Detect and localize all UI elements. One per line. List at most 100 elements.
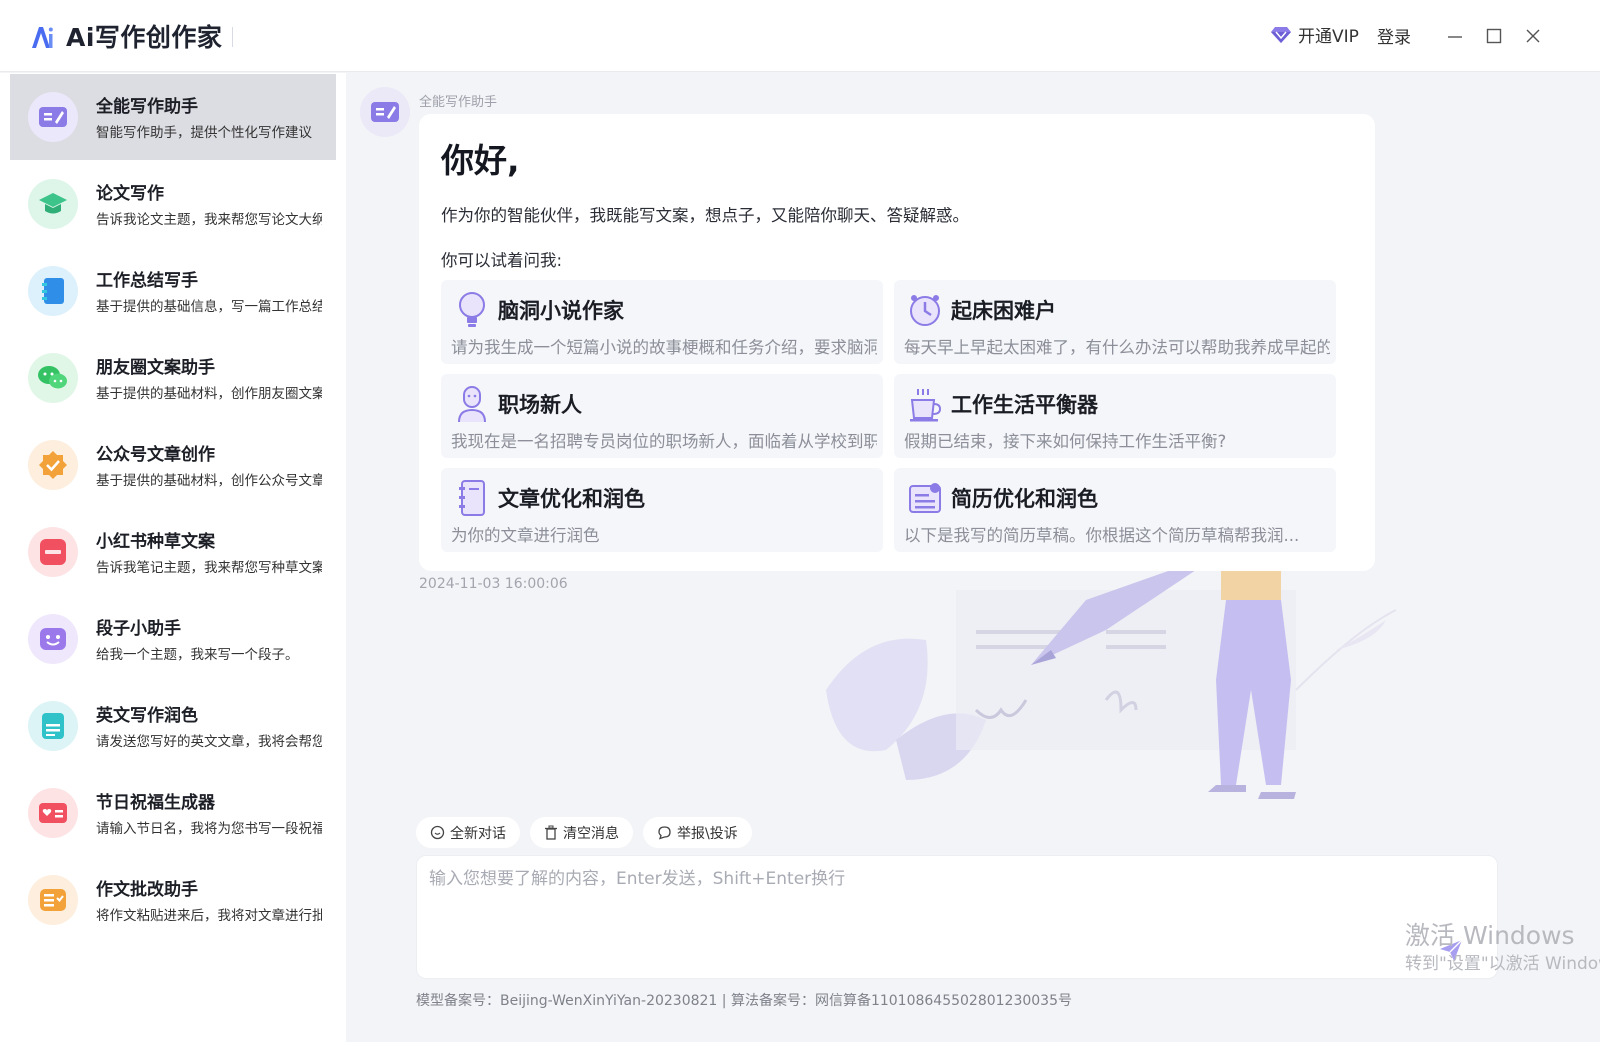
sidebar-item-title: 小红书种草文案 <box>96 532 215 552</box>
vip-button[interactable]: 开通VIP <box>1270 22 1359 47</box>
suggestion-title: 简历优化和润色 <box>951 487 1098 511</box>
title-divider <box>232 27 233 47</box>
sidebar-item-title: 作文批改助手 <box>96 880 198 900</box>
app-title: Ai写作创作家 <box>66 23 223 52</box>
try-asking-label: 你可以试着问我: <box>441 251 563 270</box>
new-chat-button[interactable]: 全新对话 <box>416 817 520 848</box>
sidebar-item-desc: 告诉我笔记主题，我来帮您写种草文案 <box>96 560 322 576</box>
notebook-icon <box>459 480 485 516</box>
message-input[interactable] <box>429 864 1479 964</box>
message-input-box <box>416 855 1498 979</box>
writing-illustration <box>826 570 1397 799</box>
suggestion-desc: 以下是我写的简历草稿。你根据这个简历草稿帮我润... <box>904 526 1300 545</box>
checklist-icon <box>28 875 78 925</box>
title-bar: Ai写作创作家 开通VIP 登录 <box>0 0 1600 72</box>
windows-activation-watermark: 激活 Windows <box>1405 921 1575 950</box>
edit-card-icon <box>28 92 78 142</box>
sidebar-item-desc: 基于提供的基础材料，创作朋友圈文案 <box>96 386 322 402</box>
english-doc-icon <box>28 701 78 751</box>
report-label: 举报\投诉 <box>677 825 738 842</box>
smile-face-icon <box>28 614 78 664</box>
close-icon[interactable] <box>1521 24 1545 48</box>
suggestion-article-polish[interactable]: 文章优化和润色 为你的文章进行润色 <box>441 468 883 552</box>
clear-messages-button[interactable]: 清空消息 <box>530 817 633 848</box>
greeting-heading: 你好, <box>441 141 520 180</box>
suggestion-title: 文章优化和润色 <box>498 487 645 511</box>
sidebar-item-desc: 给我一个主题，我来写一个段子。 <box>96 647 299 663</box>
comment-icon <box>658 826 671 840</box>
sidebar-item-title: 全能写作助手 <box>96 97 198 117</box>
filing-info-footer: 模型备案号：Beijing-WenXinYiYan-20230821 | 算法备… <box>416 993 1072 1009</box>
edit-card-icon <box>371 102 399 122</box>
report-button[interactable]: 举报\投诉 <box>643 817 752 848</box>
sidebar-item-title: 节日祝福生成器 <box>96 793 215 813</box>
sidebar-item-desc: 基于提供的基础材料，创作公众号文章 <box>96 473 322 489</box>
sidebar-item-title: 公众号文章创作 <box>96 445 215 465</box>
sidebar-item-title: 英文写作润色 <box>96 706 198 726</box>
sidebar-item-desc: 告诉我论文主题，我来帮您写论文大纲 <box>96 212 322 228</box>
suggestion-work-life-balance[interactable]: 工作生活平衡器 假期已结束，接下来如何保持工作生活平衡? <box>894 374 1336 458</box>
suggestion-desc: 每天早上早起太困难了，有什么办法可以帮助我养成早起的习惯 <box>904 338 1330 357</box>
sidebar-item-desc: 基于提供的基础信息，写一篇工作总结 <box>96 299 322 315</box>
sidebar-item-official-account[interactable]: 公众号文章创作 基于提供的基础材料，创作公众号文章 <box>10 422 336 508</box>
suggestion-title: 职场新人 <box>498 393 582 417</box>
greeting-card-icon <box>28 788 78 838</box>
notebook-icon <box>28 266 78 316</box>
suggestion-workplace-newcomer[interactable]: 职场新人 我现在是一名招聘专员岗位的职场新人，面临着从学校到职场的转变 <box>441 374 883 458</box>
chat-actions: 全新对话 清空消息 举报\投诉 <box>416 817 752 848</box>
sidebar-item-desc: 智能写作助手，提供个性化写作建议 <box>96 125 312 141</box>
suggestion-early-riser[interactable]: 起床困难户 每天早上早起太困难了，有什么办法可以帮助我养成早起的习惯 <box>894 280 1336 364</box>
chat-area: 全能写作助手 你好, 作为你的智能伙伴，我既能写文案，想点子，又能陪你聊天、答疑… <box>346 73 1600 1042</box>
suggestion-title: 工作生活平衡器 <box>951 393 1098 417</box>
sidebar-item-holiday-greetings[interactable]: 节日祝福生成器 请输入节日名，我将为您书写一段祝福 <box>10 770 336 856</box>
welcome-message-card: 你好, 作为你的智能伙伴，我既能写文案，想点子，又能陪你聊天、答疑解惑。 你可以… <box>419 114 1375 571</box>
sidebar-item-english-polish[interactable]: 英文写作润色 请发送您写好的英文文章，我将会帮您润色 <box>10 683 336 769</box>
trash-icon <box>545 825 557 840</box>
suggestion-title: 起床困难户 <box>951 299 1056 323</box>
sidebar-item-essay-grading[interactable]: 作文批改助手 将作文粘贴进来后，我将对文章进行批改 <box>10 857 336 943</box>
alarm-clock-icon <box>910 295 940 326</box>
person-icon <box>458 386 486 423</box>
maximize-icon[interactable] <box>1482 24 1506 48</box>
bot-avatar <box>360 87 410 137</box>
intro-text: 作为你的智能伙伴，我既能写文案，想点子，又能陪你聊天、答疑解惑。 <box>441 206 969 225</box>
resume-icon <box>909 483 941 513</box>
sidebar-item-work-summary[interactable]: 工作总结写手 基于提供的基础信息，写一篇工作总结 <box>10 248 336 334</box>
suggestion-brainstorm-novelist[interactable]: 脑洞小说作家 请为我生成一个短篇小说的故事梗概和任务介绍，要求脑洞大开 <box>441 280 883 364</box>
suggestion-desc: 为你的文章进行润色 <box>451 526 600 545</box>
suggestion-desc: 请为我生成一个短篇小说的故事梗概和任务介绍，要求脑洞大开 <box>451 338 877 357</box>
lightbulb-icon <box>459 292 485 327</box>
sidebar-item-desc: 请输入节日名，我将为您书写一段祝福 <box>96 821 322 837</box>
coffee-cup-icon <box>910 389 942 422</box>
chat-bubble-icon <box>430 825 445 840</box>
assistant-sidebar: 全能写作助手 智能写作助手，提供个性化写作建议 论文写作 告诉我论文主题，我来帮… <box>0 73 346 1042</box>
wechat-icon <box>28 353 78 403</box>
sidebar-item-title: 朋友圈文案助手 <box>96 358 215 378</box>
sidebar-item-desc: 请发送您写好的英文文章，我将会帮您润色 <box>96 734 322 750</box>
sidebar-item-desc: 将作文粘贴进来后，我将对文章进行批改 <box>96 908 322 924</box>
sidebar-item-thesis-writing[interactable]: 论文写作 告诉我论文主题，我来帮您写论文大纲 <box>10 161 336 247</box>
suggestion-desc: 我现在是一名招聘专员岗位的职场新人，面临着从学校到职场的转变 <box>451 432 877 451</box>
diamond-icon <box>1271 26 1291 43</box>
login-button[interactable]: 登录 <box>1377 23 1411 48</box>
sidebar-item-moments-copy[interactable]: 朋友圈文案助手 基于提供的基础材料，创作朋友圈文案 <box>10 335 336 421</box>
suggestion-desc: 假期已结束，接下来如何保持工作生活平衡? <box>904 432 1227 451</box>
suggestion-resume-polish[interactable]: 简历优化和润色 以下是我写的简历草稿。你根据这个简历草稿帮我润... <box>894 468 1336 552</box>
bot-name: 全能写作助手 <box>419 95 498 110</box>
vip-label: 开通VIP <box>1298 27 1359 47</box>
graduation-cap-icon <box>28 179 78 229</box>
sidebar-item-xiaohongshu[interactable]: 小红书种草文案 告诉我笔记主题，我来帮您写种草文案 <box>10 509 336 595</box>
new-chat-label: 全新对话 <box>450 825 506 842</box>
sidebar-item-title: 工作总结写手 <box>96 271 198 291</box>
verified-badge-icon <box>28 440 78 490</box>
sidebar-item-all-purpose-writer[interactable]: 全能写作助手 智能写作助手，提供个性化写作建议 <box>10 74 336 160</box>
sidebar-item-jokes[interactable]: 段子小助手 给我一个主题，我来写一个段子。 <box>10 596 336 682</box>
windows-activation-hint: 转到"设置"以激活 Windows。 <box>1405 954 1600 974</box>
sidebar-item-title: 段子小助手 <box>96 619 181 639</box>
sidebar-item-title: 论文写作 <box>96 184 164 204</box>
message-timestamp: 2024-11-03 16:00:06 <box>419 576 568 592</box>
minimize-icon[interactable] <box>1443 24 1467 48</box>
clear-messages-label: 清空消息 <box>563 825 619 842</box>
xiaohongshu-icon <box>28 527 78 577</box>
suggestion-title: 脑洞小说作家 <box>498 299 624 323</box>
